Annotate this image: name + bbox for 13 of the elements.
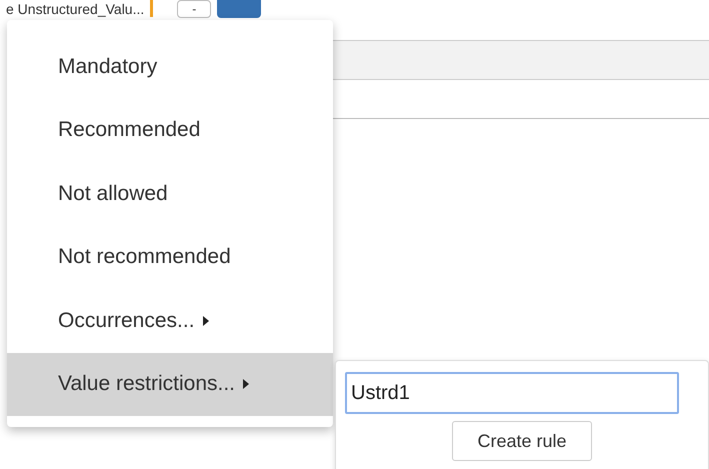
action-button[interactable] (217, 0, 262, 18)
create-rule-button[interactable]: Create rule (452, 421, 592, 461)
field-value: e Unstructured_Valu... (6, 1, 144, 18)
menu-item[interactable]: Mandatory (7, 35, 333, 98)
small-button[interactable]: - (177, 0, 212, 18)
menu-item[interactable]: Occurrences... (7, 289, 333, 352)
input-field[interactable]: Ustrd1 (345, 372, 679, 414)
menu-item[interactable]: Recommended (7, 98, 333, 162)
caret-icon (202, 316, 209, 326)
menu-item[interactable]: Value restrictions... (7, 352, 333, 416)
menu-item[interactable]: Not recommended (7, 226, 333, 289)
menu-item[interactable]: Not allowed (7, 162, 333, 226)
caret-icon (243, 379, 250, 390)
